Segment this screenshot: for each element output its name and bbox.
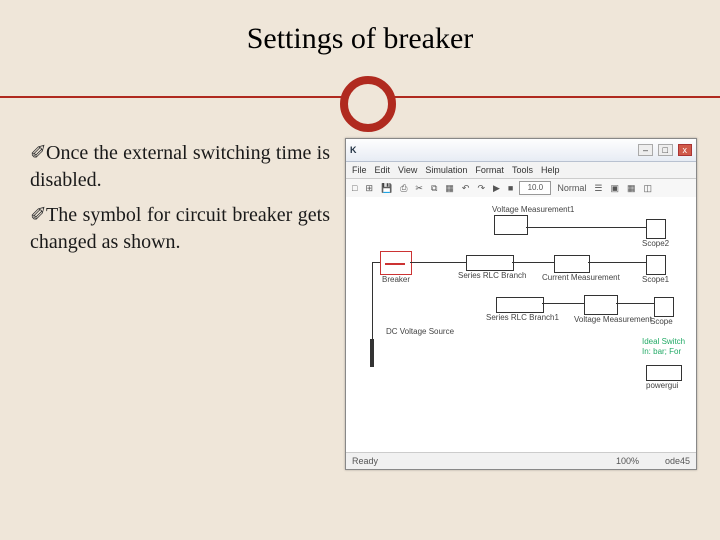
block-scope2[interactable] (646, 219, 666, 239)
window-title: K (350, 145, 357, 155)
build-icon[interactable]: ◫ (641, 183, 654, 194)
library-icon[interactable]: ☰ (592, 183, 604, 194)
label-breaker: Breaker (382, 275, 410, 284)
stop-icon[interactable]: ■ (506, 183, 515, 193)
menu-simulation[interactable]: Simulation (425, 165, 467, 175)
print-icon[interactable]: ⎙ (398, 183, 409, 194)
open-icon[interactable]: ⊞ (363, 183, 375, 194)
block-powergui[interactable] (646, 365, 682, 381)
bullet-item: ✐The symbol for circuit breaker gets cha… (30, 202, 330, 256)
wire-icon (542, 303, 584, 304)
status-zoom: 100% (616, 456, 639, 466)
menu-view[interactable]: View (398, 165, 417, 175)
statusbar: Ready 100% ode45 (346, 452, 696, 469)
slide-title: Settings of breaker (0, 22, 720, 56)
label-scope2: Scope2 (642, 239, 669, 248)
wire-icon (588, 262, 646, 263)
menu-edit[interactable]: Edit (375, 165, 391, 175)
wire-icon (372, 262, 373, 340)
block-breaker[interactable] (380, 251, 412, 275)
menu-tools[interactable]: Tools (512, 165, 533, 175)
block-voltage-measurement[interactable] (584, 295, 618, 315)
toolbar: □ ⊞ 💾 ⎙ ✂ ⧉ ▦ ↶ ↷ ▶ ■ 10.0 Normal ☰ ▣ ▦ … (346, 179, 696, 198)
block-scope[interactable] (654, 297, 674, 317)
close-button[interactable]: x (678, 144, 693, 156)
menu-format[interactable]: Format (475, 165, 504, 175)
start-icon[interactable]: ▶ (491, 183, 502, 194)
status-ready: Ready (352, 456, 378, 466)
wire-icon (616, 303, 654, 304)
block-current-measurement[interactable] (554, 255, 590, 273)
minimize-button[interactable]: – (638, 144, 653, 156)
label-cm: Current Measurement (542, 273, 620, 282)
label-dc: DC Voltage Source (386, 327, 454, 336)
copy-icon[interactable]: ⧉ (429, 183, 439, 194)
wire-icon (512, 262, 554, 263)
label-ideal-switch: Ideal Switch (642, 337, 685, 346)
block-voltage-measurement1[interactable] (494, 215, 528, 235)
bullet-item: ✐Once the external switching time is dis… (30, 140, 330, 194)
undo-icon[interactable]: ↶ (460, 183, 472, 194)
block-rlc[interactable] (466, 255, 514, 271)
menubar: File Edit View Simulation Format Tools H… (346, 162, 696, 179)
new-icon[interactable]: □ (350, 183, 359, 193)
menu-file[interactable]: File (352, 165, 367, 175)
stop-time-input[interactable]: 10.0 (519, 181, 551, 195)
body-text: ✐Once the external switching time is dis… (30, 140, 330, 264)
paste-icon[interactable]: ▦ (443, 183, 456, 194)
label-scope1: Scope1 (642, 275, 669, 284)
label-vm: Voltage Measurement (574, 315, 652, 324)
ring-icon (340, 76, 396, 132)
model-canvas[interactable]: Voltage Measurement1 Scope2 Breaker Seri… (346, 197, 696, 453)
block-scope1[interactable] (646, 255, 666, 275)
bullet-icon: ✐ (30, 202, 46, 229)
block-rlc1[interactable] (496, 297, 544, 313)
cut-icon[interactable]: ✂ (413, 183, 425, 194)
slide: Settings of breaker ✐Once the external s… (0, 0, 720, 540)
simulink-window: K – □ x File Edit View Simulation Format… (345, 138, 697, 470)
label-powergui: powergui (646, 381, 678, 390)
label-busbar: In: bar; For (642, 347, 681, 356)
wire-icon (372, 262, 380, 263)
model-icon[interactable]: ▣ (608, 183, 621, 194)
label-scope: Scope (650, 317, 673, 326)
label-rlc1: Series RLC Branch1 (486, 313, 559, 322)
block-dc-source[interactable] (370, 339, 374, 367)
wire-icon (526, 227, 646, 228)
label-rlc: Series RLC Branch (458, 271, 526, 280)
titlebar[interactable]: K – □ x (346, 139, 696, 162)
window-controls: – □ x (636, 144, 692, 156)
redo-icon[interactable]: ↷ (475, 183, 487, 194)
menu-help[interactable]: Help (541, 165, 560, 175)
mode-select[interactable]: Normal (555, 183, 588, 193)
scope-icon[interactable]: ▦ (625, 183, 638, 194)
label-vm1: Voltage Measurement1 (492, 205, 574, 214)
save-icon[interactable]: 💾 (379, 183, 394, 194)
wire-icon (410, 262, 466, 263)
bullet-icon: ✐ (30, 140, 46, 167)
status-solver: ode45 (665, 456, 690, 466)
maximize-button[interactable]: □ (658, 144, 673, 156)
